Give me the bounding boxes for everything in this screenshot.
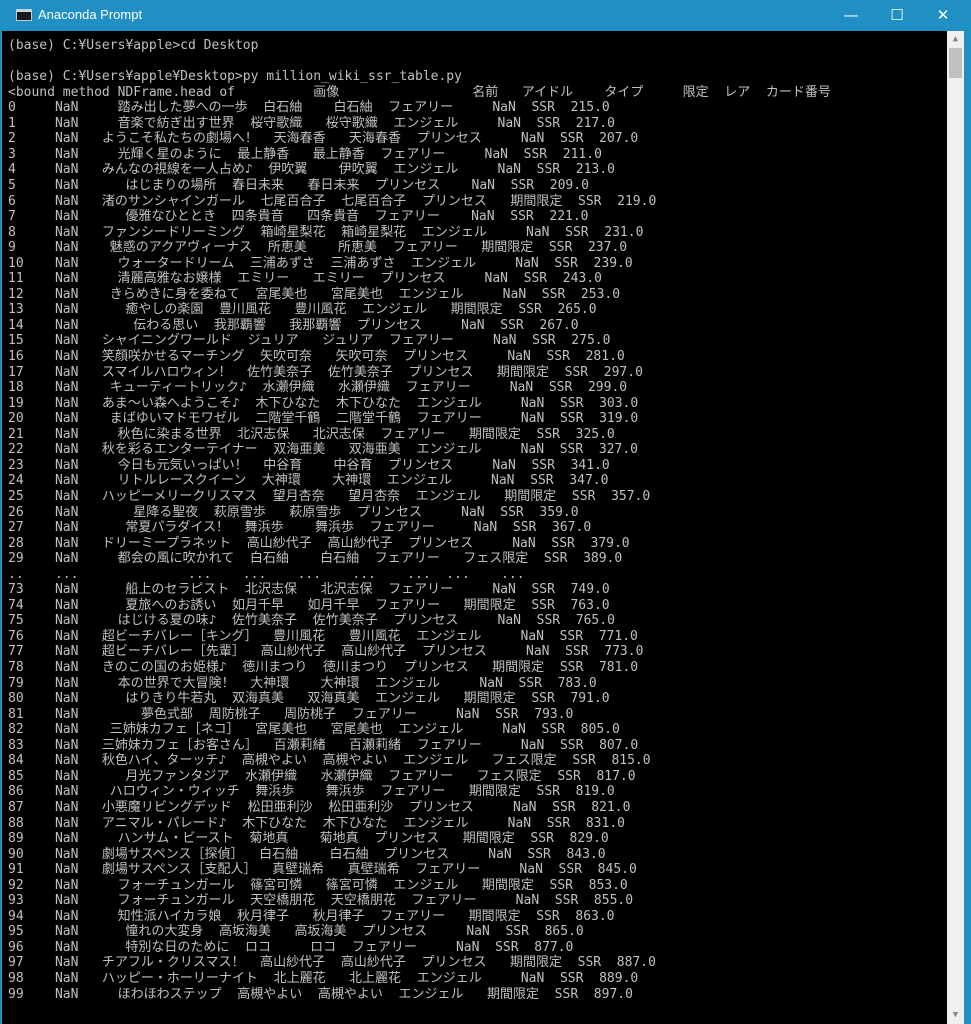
console-line: 74 NaN 夏旅へのお誘い 如月千早 如月千早 フェアリー 期間限定 SSR … [8,597,610,613]
console-line: 4 NaN みんなの視線を一人占め♪ 伊吹翼 伊吹翼 エンジェル NaN SSR… [8,162,615,178]
console-line: 23 NaN 今日も元気いっぱい！ 中谷育 中谷育 プリンセス NaN SSR … [8,457,610,473]
console-line: 81 NaN 夢色式部 周防桃子 周防桃子 フェアリー NaN SSR 793.… [8,706,574,722]
console-line: 89 NaN ハンサム・ビースト 菊地真 菊地真 プリンセス 期間限定 SSR … [8,831,609,847]
console-line: 5 NaN はじまりの場所 春日未来 春日未来 プリンセス NaN SSR 20… [8,177,589,193]
console-line: 90 NaN 劇場サスペンス［探偵］ 白石紬 白石紬 プリンセス NaN SSR… [8,846,606,862]
console-line: .. ... ... ... ... ... ... ... ... [8,566,525,582]
console-line: 79 NaN 本の世界で大冒険！ 大神環 大神環 エンジェル NaN SSR 7… [8,675,597,691]
console-line: 18 NaN キューティートリック♪ 水瀬伊織 水瀬伊織 フェアリー NaN S… [8,380,628,396]
console-line: 8 NaN ファンシードリーミング 箱崎星梨花 箱崎星梨花 エンジェル NaN … [8,224,644,240]
console-line: 85 NaN 月光ファンタジア 水瀬伊織 水瀬伊織 フェアリー フェス限定 SS… [8,768,636,784]
console-line: 19 NaN あま～い森へようこそ♪ 木下ひなた 木下ひなた エンジェル NaN… [8,395,639,411]
window-border [0,31,2,1024]
console-app-icon [16,9,32,21]
minimize-button[interactable]: — [828,0,874,31]
console-line: 98 NaN ハッピー・ホーリーナイト 北上麗花 北上麗花 エンジェル NaN … [8,971,639,986]
console-line: 78 NaN きのこの国のお姫様♪ 徳川まつり 徳川まつり プリンセス 期間限定… [8,660,639,675]
maximize-button[interactable]: ☐ [874,0,920,31]
console-line: (base) C:¥Users¥apple>cd Desktop [8,38,259,53]
window-title: Anaconda Prompt [38,7,143,22]
console-line: 80 NaN はりきり牛若丸 双海真美 双海真美 エンジェル 期間限定 SSR … [8,691,610,707]
console-line: 83 NaN 三姉妹カフェ［お客さん］ 百瀬莉緒 百瀬莉緒 フェアリー NaN … [8,737,639,753]
console-line: 77 NaN 超ビーチバレー［先輩］ 高山紗代子 高山紗代子 プリンセス NaN… [8,644,644,660]
console-line: 13 NaN 癒やしの楽園 豊川風花 豊川風花 エンジェル 期間限定 SSR 2… [8,302,597,318]
scroll-down-arrow-icon[interactable]: ▼ [947,1007,964,1024]
console-line: <bound method NDFrame.head of 画像 名前 アイドル… [8,84,831,100]
console-line: 94 NaN 知性派ハイカラ娘 秋月律子 秋月律子 フェアリー 期間限定 SSR… [8,908,615,924]
console-line: 26 NaN 星降る聖夜 萩原雪歩 萩原雪歩 プリンセス NaN SSR 359… [8,504,579,520]
console-line: 99 NaN ほわほわステップ 高槻やよい 高槻やよい エンジェル 期間限定 S… [8,986,633,1002]
console-line: 3 NaN 光輝く星のように 最上静香 最上静香 フェアリー NaN SSR 2… [8,146,602,162]
console-line: 15 NaN シャイニングワールド ジュリア ジュリア フェアリー NaN SS… [8,333,611,349]
console-line: 12 NaN きらめきに身を委ねて 宮尾美也 宮尾美也 エンジェル NaN SS… [8,286,621,302]
console-line: 29 NaN 都会の風に吹かれて 白石紬 白石紬 フェアリー フェス限定 SSR… [8,551,623,567]
close-button[interactable]: ✕ [920,0,966,31]
console-line: 91 NaN 劇場サスペンス［支配人］ 真壁瑞希 真壁瑞希 フェアリー NaN … [8,862,637,878]
title-bar[interactable]: Anaconda Prompt — ☐ ✕ [0,0,971,31]
console-line: 9 NaN 魅惑のアクアヴィーナス 所恵美 所恵美 フェアリー 期間限定 SSR… [8,240,628,256]
console-line: 25 NaN ハッピーメリークリスマス 望月杏奈 望月杏奈 エンジェル 期間限定… [8,488,651,504]
console-line: 27 NaN 常夏パラダイス！ 舞浜歩 舞浜歩 フェアリー NaN SSR 36… [8,520,592,536]
console-line: 7 NaN 優雅なひととき 四条貴音 四条貴音 フェアリー NaN SSR 22… [8,209,589,225]
console-line: 76 NaN 超ビーチバレー［キング］ 豊川風花 豊川風花 エンジェル NaN … [8,628,638,644]
console-line: 20 NaN まばゆいマドモワゼル 二階堂千鶴 二階堂千鶴 フェアリー NaN … [8,411,639,427]
console-line: 21 NaN 秋色に染まる世界 北沢志保 北沢志保 フェアリー 期間限定 SSR… [8,426,615,442]
console-line: 10 NaN ウォータードリーム 三浦あずさ 三浦あずさ エンジェル NaN S… [8,255,633,271]
console-line: 75 NaN はじける夏の味♪ 佐竹美奈子 佐竹美奈子 プリンセス NaN SS… [8,613,615,629]
scroll-up-arrow-icon[interactable]: ▲ [947,31,964,48]
console-line: 17 NaN スマイルハロウィン！ 佐竹美奈子 佐竹美奈子 プリンセス 期間限定… [8,364,643,380]
console-line: 2 NaN ようこそ私たちの劇場へ！ 天海春香 天海春香 プリンセス NaN S… [8,131,639,147]
console-line: 0 NaN 踏み出した夢への一歩 白石紬 白石紬 フェアリー NaN SSR 2… [8,100,610,116]
console-line: 96 NaN 特別な日のために ロコ ロコ フェアリー NaN SSR 877.… [8,939,574,955]
console-line: 93 NaN フォーチュンガール 天空橋朋花 天空橋朋花 フェアリー NaN S… [8,893,634,909]
console-line: 16 NaN 笑顔咲かせるマーチング 矢吹可奈 矢吹可奈 プリンセス NaN S… [8,349,625,364]
console-line: 28 NaN ドリーミープラネット 高山紗代子 高山紗代子 プリンセス NaN … [8,535,630,551]
console-line: 22 NaN 秋を彩るエンターテイナー 双海亜美 双海亜美 エンジェル NaN … [8,442,638,458]
console-line: 11 NaN 清麗高雅なお嬢様 エミリー エミリー プリンセス NaN SSR … [8,271,602,287]
vertical-scrollbar[interactable]: ▲ ▼ [947,31,964,1024]
console-line: 1 NaN 音楽で紡ぎ出す世界 桜守歌織 桜守歌織 エンジェル NaN SSR … [8,115,615,131]
console-line: 24 NaN リトルレースクイーン 大神環 大神環 エンジェル NaN SSR … [8,473,609,489]
console-line: 86 NaN ハロウィン・ウィッチ 舞浜歩 舞浜歩 フェアリー 期間限定 SSR… [8,784,615,800]
anaconda-prompt-window: Anaconda Prompt — ☐ ✕ (base) C:¥Users¥ap… [0,0,971,1024]
window-border [964,31,971,1024]
console-line: 87 NaN 小悪魔リビングデッド 松田亜利沙 松田亜利沙 プリンセス NaN … [8,799,631,815]
console-line: 84 NaN 秋色ハイ、ターッチ♪ 高槻やよい 高槻やよい エンジェル フェス限… [8,753,651,769]
console-line: 73 NaN 船上のセラピスト 北沢志保 北沢志保 フェアリー NaN SSR … [8,582,610,598]
console-line: 82 NaN 三姉妹カフェ［ネコ］ 宮尾美也 宮尾美也 エンジェル NaN SS… [8,722,620,738]
console-output[interactable]: (base) C:¥Users¥apple>cd Desktop (base) C… [8,38,942,1024]
console-line: 97 NaN チアフル・クリスマス！ 高山紗代子 高山紗代子 プリンセス 期間限… [8,955,656,971]
console-line: (base) C:¥Users¥apple¥Desktop>py million… [8,69,462,85]
console-line: 14 NaN 伝わる思い 我那覇響 我那覇響 プリンセス NaN SSR 267… [8,317,579,333]
console-line: 92 NaN フォーチュンガール 篠宮可憐 篠宮可憐 エンジェル 期間限定 SS… [8,877,628,893]
console-line: 6 NaN 渚のサンシャインガール 七尾百合子 七尾百合子 プリンセス 期間限定… [8,193,657,209]
console-line: 88 NaN アニマル・パレード♪ 木下ひなた 木下ひなた エンジェル NaN … [8,815,625,831]
console-line: 95 NaN 憧れの大変身 高坂海美 高坂海美 プリンセス NaN SSR 86… [8,924,584,940]
scroll-thumb[interactable] [949,48,962,78]
